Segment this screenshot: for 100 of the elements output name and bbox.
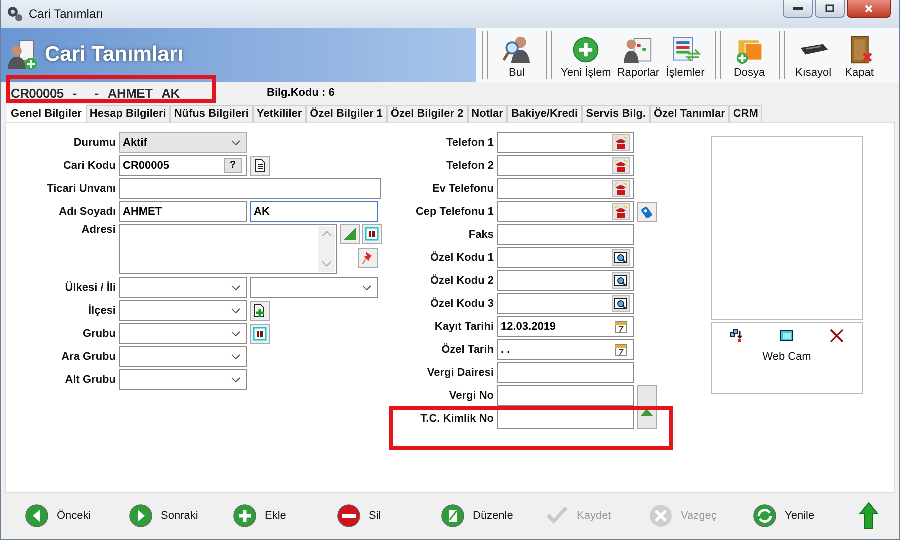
tab[interactable]: CRM (729, 105, 762, 122)
dropdown-caret-icon[interactable] (231, 285, 241, 291)
tab[interactable]: Özel Bilgiler 1 (306, 105, 387, 122)
help-button[interactable]: ? (224, 158, 242, 173)
lookup-field[interactable] (497, 270, 634, 291)
pause-icon (253, 326, 267, 340)
nav-button[interactable]: Sonraki (125, 504, 229, 528)
phone-field[interactable] (497, 132, 634, 153)
text-field[interactable] (497, 224, 634, 245)
field-label: Adı Soyadı (58, 206, 116, 218)
windows-arrow-icon[interactable] (730, 329, 744, 343)
toolbar-button[interactable]: Raporlar (614, 31, 663, 79)
pause-button[interactable] (250, 324, 270, 344)
page-title: Cari Tanımları (45, 43, 184, 67)
status-dropdown[interactable]: Aktif (119, 132, 247, 153)
phone-button[interactable] (612, 203, 630, 220)
up-arrow-icon[interactable] (859, 502, 879, 530)
tab[interactable]: Notlar (468, 105, 508, 122)
dropdown-caret-icon[interactable] (231, 331, 241, 337)
record-summary-text: - (72, 86, 77, 100)
phone-field[interactable] (497, 201, 634, 222)
phone-field[interactable] (497, 178, 634, 199)
expand-button[interactable] (637, 385, 657, 429)
text-field[interactable]: AK (250, 201, 378, 222)
nav-button[interactable]: Düzenle (437, 504, 541, 528)
address-textarea[interactable] (119, 224, 337, 274)
tab[interactable]: Hesap Bilgileri (86, 105, 170, 122)
field-label: Vergi Dairesi (426, 366, 494, 378)
toolbar-button[interactable]: İşlemler (662, 31, 709, 79)
phone-field[interactable] (497, 155, 634, 176)
dropdown-caret-icon[interactable] (362, 285, 372, 291)
lookup-field[interactable] (497, 247, 634, 268)
tab[interactable]: Nüfus Bilgileri (170, 105, 253, 122)
pause-button[interactable] (362, 224, 382, 244)
tab[interactable]: Genel Bilgiler (7, 104, 86, 122)
field-label: Durumu (72, 136, 116, 148)
nav-button[interactable]: Sil (333, 504, 437, 528)
phone-button[interactable] (612, 134, 630, 151)
record-summary-text: CR00005 (11, 86, 64, 100)
date-field[interactable]: . . (497, 339, 634, 360)
monitor-icon[interactable] (780, 329, 794, 343)
lookup-button[interactable] (612, 272, 630, 289)
delete-x-icon[interactable] (830, 329, 844, 343)
dropdown-caret-icon[interactable] (231, 354, 241, 360)
toolbar-button[interactable]: Kısayol (790, 31, 837, 79)
mobile-phone-icon (640, 204, 654, 218)
document-plus-icon (253, 304, 267, 318)
minimize-icon (793, 7, 803, 10)
toolbar-button[interactable]: Yeni İşlem (558, 31, 614, 79)
field-label: Adresi (80, 224, 116, 236)
minimize-button[interactable] (783, 0, 813, 18)
maximize-button[interactable] (815, 0, 845, 18)
field-label: Ev Telefonu (431, 182, 494, 194)
text-field[interactable]: AHMET (119, 201, 247, 222)
field-label: Özel Kodu 1 (429, 252, 494, 264)
text-field[interactable] (119, 178, 381, 199)
close-button[interactable] (847, 0, 891, 18)
tab[interactable]: Özel Tanımlar (650, 105, 730, 122)
pin-button[interactable] (358, 248, 378, 268)
field-label: İlçesi (87, 304, 116, 316)
field-label: Grubu (82, 328, 116, 340)
document-button[interactable] (250, 156, 270, 176)
dropdown-caret-icon[interactable] (231, 308, 241, 314)
nav-button[interactable]: Ekle (229, 504, 333, 528)
dropdown[interactable] (119, 369, 247, 390)
toolbar-button[interactable]: Kapat (836, 31, 883, 79)
text-field[interactable] (497, 385, 634, 406)
field-label: T.C. Kimlik No (420, 412, 494, 424)
magnifier-person-icon (502, 35, 532, 65)
text-field[interactable] (497, 408, 634, 429)
field-label: Telefon 1 (446, 136, 494, 148)
tab[interactable]: Servis Bilg. (582, 105, 650, 122)
field-label: Cari Kodu (62, 160, 116, 172)
lookup-button[interactable] (612, 295, 630, 312)
gears-icon (7, 6, 23, 22)
dropdown-caret-icon[interactable] (231, 140, 241, 146)
code-field[interactable]: CR00005 ? (119, 155, 247, 176)
lookup-field[interactable] (497, 293, 634, 314)
cancel-icon (649, 504, 673, 528)
tab[interactable]: Yetkililer (252, 105, 306, 122)
tab[interactable]: Özel Bilgiler 2 (386, 105, 468, 122)
nav-button[interactable]: Yenile (749, 504, 853, 528)
refresh-icon (753, 504, 777, 528)
add-document-button[interactable] (250, 300, 270, 320)
toolbar-button[interactable]: Bul (494, 31, 540, 79)
tab[interactable]: Bakiye/Kredi (507, 105, 582, 122)
phone-button[interactable] (612, 157, 630, 174)
text-field[interactable] (497, 362, 634, 383)
nav-button[interactable]: Önceki (21, 504, 125, 528)
phone-button[interactable] (612, 180, 630, 197)
date-field[interactable]: 12.03.2019 (497, 316, 634, 337)
dropdown-caret-icon[interactable] (231, 377, 241, 383)
pencil-icon (441, 504, 465, 528)
field-label: Kayıt Tarihi (434, 320, 494, 332)
lookup-button[interactable] (612, 249, 630, 266)
field-label: Ülkesi / İli (64, 282, 116, 294)
info-code-label: Bilg.Kodu : 6 (267, 87, 335, 99)
toolbar-button[interactable]: Dosya (726, 31, 773, 79)
mobile-phone-button[interactable] (637, 202, 657, 222)
maximize-icon (825, 4, 835, 14)
